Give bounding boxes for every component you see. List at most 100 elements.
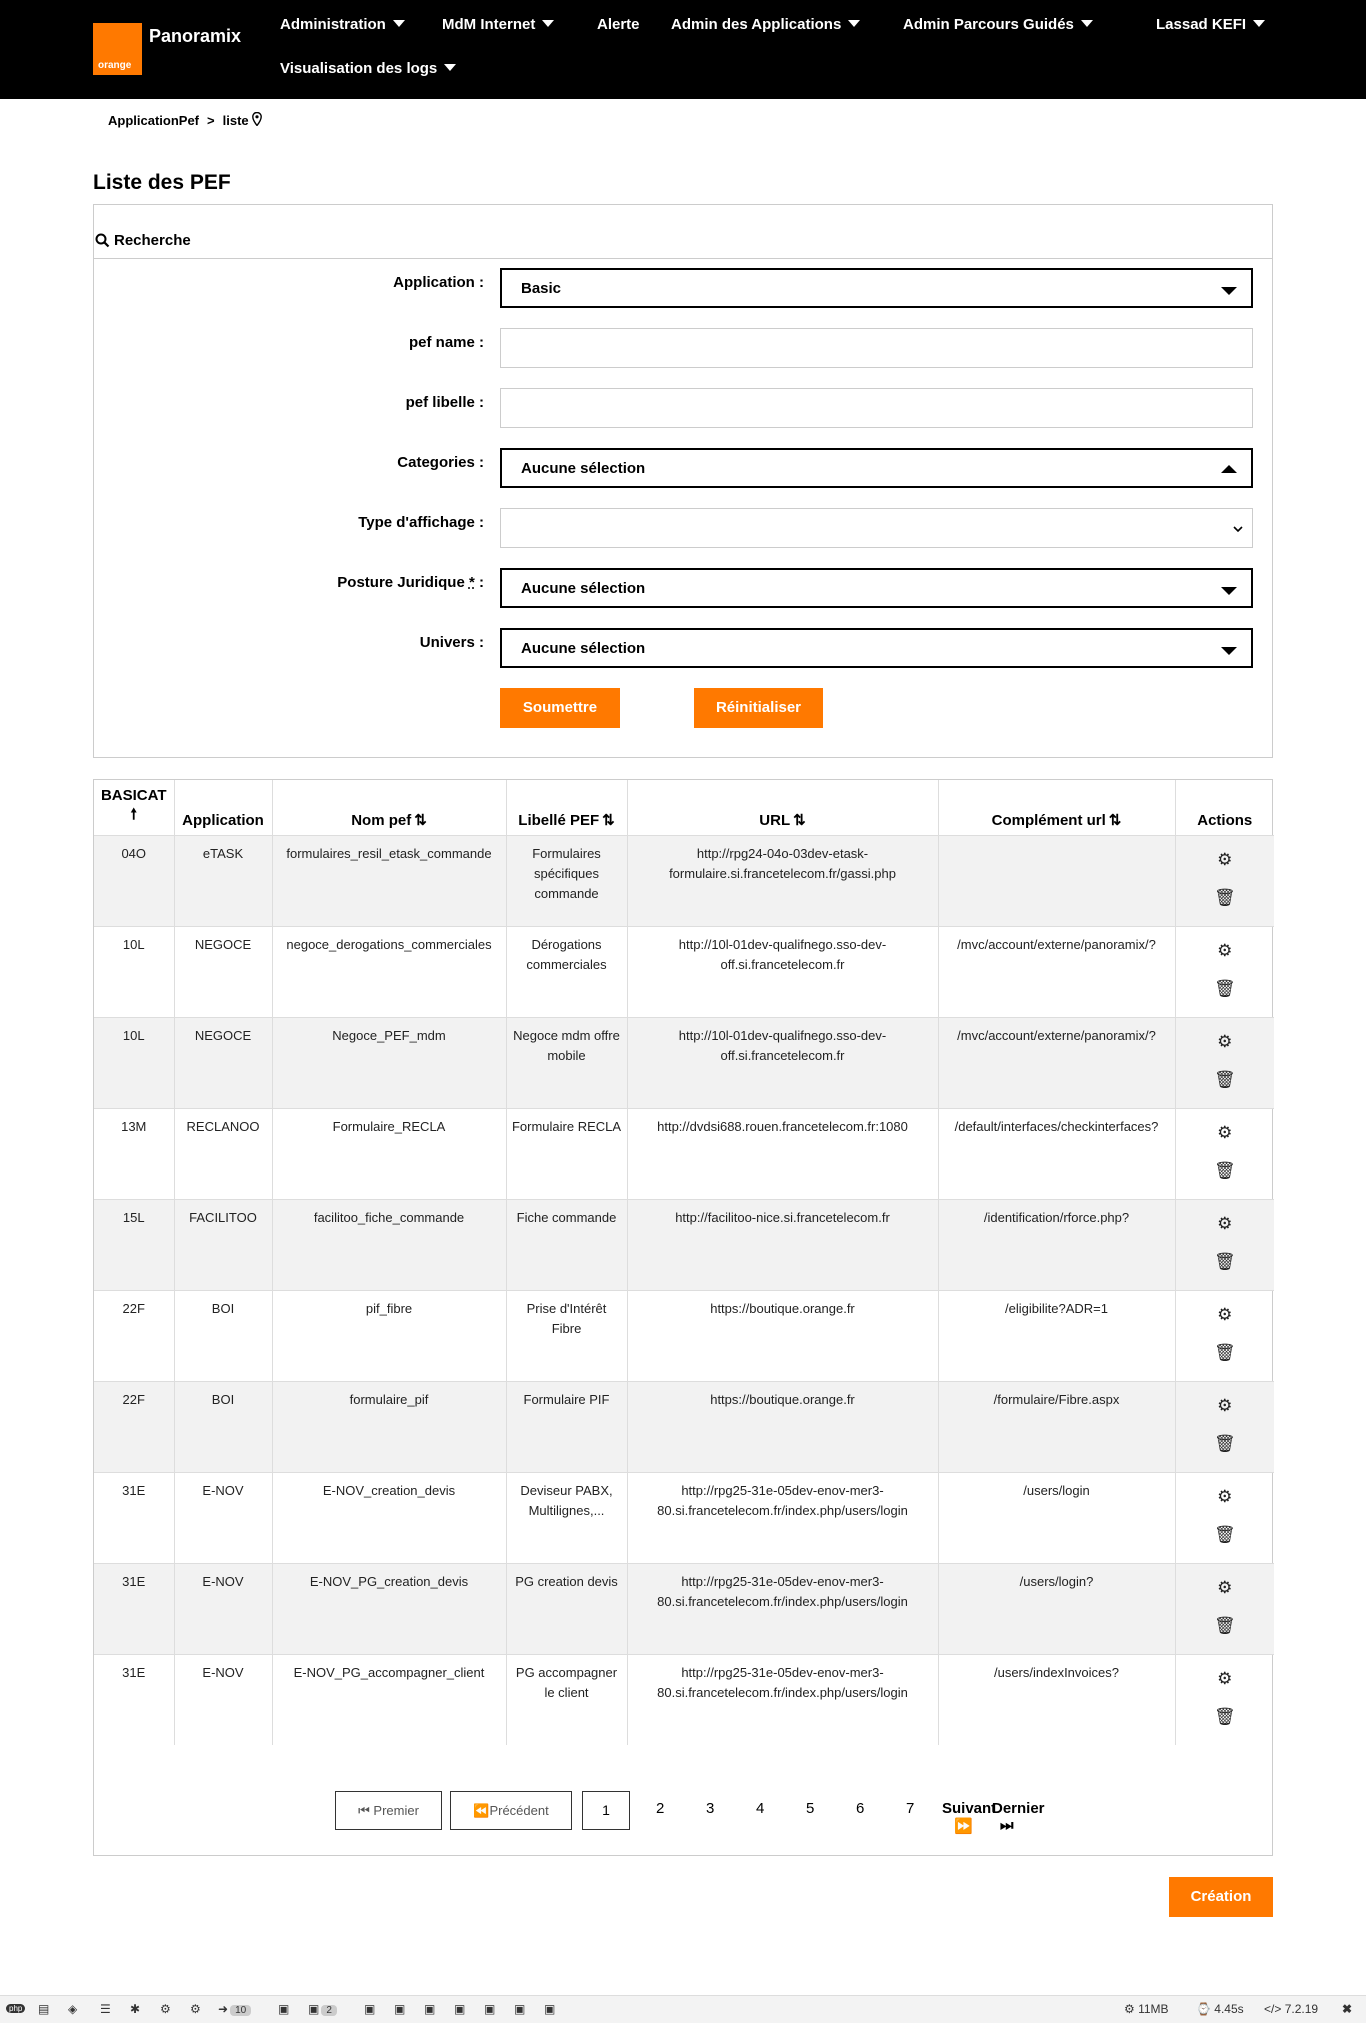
reset-button[interactable]: Réinitialiser (694, 688, 823, 728)
submit-button[interactable]: Soumettre (500, 688, 620, 728)
briefcase-icon[interactable]: ▣ (484, 2002, 495, 2016)
php-version[interactable]: </> 7.2.19 (1264, 2002, 1318, 2016)
briefcase-icon[interactable]: ▣ (514, 2002, 525, 2016)
trash-icon[interactable]: 🗑 (1180, 979, 1271, 1003)
gear-icon[interactable]: ⚙ (1180, 1578, 1271, 1602)
trash-icon[interactable]: 🗑 (1180, 888, 1271, 912)
nav-visualisation-logs[interactable]: Visualisation des logs (280, 60, 457, 77)
gear-icon[interactable]: ⚙ (1180, 941, 1271, 965)
trash-icon[interactable]: 🗑 (1180, 1616, 1271, 1640)
application-cell: RECLANOO (174, 1107, 273, 1199)
bug-icon[interactable]: ✱ (130, 2002, 140, 2016)
first-page-button[interactable]: ⏮ Premier (335, 1791, 442, 1830)
nom-pef-cell: formulaires_resil_etask_commande (272, 834, 507, 926)
php-logo-icon[interactable]: php (6, 2004, 26, 2013)
gear-icon[interactable]: ⚙ (1180, 1487, 1271, 1511)
gear-icon[interactable]: ⚙ (1180, 1669, 1271, 1693)
col-nom-pef[interactable]: Nom pef ⇅ (272, 780, 507, 835)
trash-icon[interactable]: 🗑 (1180, 1434, 1271, 1458)
libelle-cell: Deviseur PABX, Multilignes,... (506, 1471, 628, 1563)
backward-icon: ⏪ (473, 1803, 490, 1818)
briefcase-icon[interactable]: ▣ (454, 2002, 465, 2016)
page-1-button[interactable]: 1 (582, 1791, 630, 1830)
orange-logo[interactable]: orange (93, 23, 142, 75)
next-page-link[interactable]: Suivant ⏩ (942, 1800, 994, 1835)
col-libelle-pef[interactable]: Libellé PEF ⇅ (506, 780, 628, 835)
create-button[interactable]: Création (1169, 1877, 1273, 1917)
pef-name-input[interactable] (500, 328, 1253, 368)
complement-url-cell: /eligibilite?ADR=1 (938, 1289, 1176, 1381)
page-4-link[interactable]: 4 (756, 1800, 764, 1817)
briefcase-icon[interactable]: ▣ (278, 2002, 289, 2016)
posture-select[interactable]: Aucune sélection (500, 568, 1253, 608)
pef-libelle-input[interactable] (500, 388, 1253, 428)
actions-cell: ⚙ 🗑 (1175, 1653, 1274, 1745)
page-2-link[interactable]: 2 (656, 1800, 664, 1817)
form-row-type-affichage: Type d'affichage : (94, 508, 1274, 548)
type-affichage-select[interactable] (500, 508, 1253, 548)
page-3-link[interactable]: 3 (706, 1800, 714, 1817)
brand-name[interactable]: Panoramix (149, 26, 241, 47)
gear-icon[interactable]: ⚙ (1180, 850, 1271, 874)
page-7-link[interactable]: 7 (906, 1800, 914, 1817)
briefcase-icon[interactable]: ▣ 2 (308, 2002, 337, 2016)
trash-icon[interactable]: 🗑 (1180, 1161, 1271, 1185)
briefcase-icon[interactable]: ▣ (394, 2002, 405, 2016)
libelle-cell: Negoce mdm offre mobile (506, 1016, 628, 1108)
gear-icon[interactable]: ⚙ (1180, 1305, 1271, 1329)
col-complement-url[interactable]: Complément url ⇅ (938, 780, 1176, 835)
debug-toolbar: php ▤ ◈ ☰ ✱ ⚙ ⚙ ➜ 10 ▣ ▣ 2 ▣ ▣ ▣ ▣ ▣ ▣ ▣ ⚙… (0, 1995, 1366, 2023)
libelle-cell: Formulaire RECLA (506, 1107, 628, 1199)
memory-usage[interactable]: ⚙ 11MB (1124, 2002, 1169, 2016)
trash-icon[interactable]: 🗑 (1180, 1525, 1271, 1549)
briefcase-icon[interactable]: ▣ (544, 2002, 555, 2016)
url-cell: http://10l-01dev-qualifnego.sso-dev-off.… (627, 1016, 939, 1108)
list-icon[interactable]: ☰ (100, 2002, 111, 2016)
page-5-link[interactable]: 5 (806, 1800, 814, 1817)
queries-icon[interactable]: ➜ 10 (218, 2002, 252, 2016)
complement-url-cell: /users/indexInvoices? (938, 1653, 1176, 1745)
trash-icon[interactable]: 🗑 (1180, 1707, 1271, 1731)
trash-icon[interactable]: 🗑 (1180, 1070, 1271, 1094)
application-cell: E-NOV (174, 1653, 273, 1745)
nav-admin-parcours[interactable]: Admin Parcours Guidés (903, 16, 1093, 33)
application-cell: E-NOV (174, 1562, 273, 1654)
nav-mdm-internet[interactable]: MdM Internet (442, 16, 555, 33)
briefcase-icon[interactable]: ▣ (424, 2002, 435, 2016)
trash-icon[interactable]: 🗑 (1180, 1343, 1271, 1367)
cog-icon[interactable]: ⚙ (160, 2002, 171, 2016)
univers-select[interactable]: Aucune sélection (500, 628, 1253, 668)
last-page-link[interactable]: Dernier ⏭ (992, 1800, 1045, 1834)
nom-pef-cell: pif_fibre (272, 1289, 507, 1381)
application-cell: eTASK (174, 834, 273, 926)
col-basicat[interactable]: BASICAT 🠕 (94, 780, 175, 835)
complement-url-cell: /default/interfaces/checkinterfaces? (938, 1107, 1176, 1199)
application-select[interactable]: Basic (500, 268, 1253, 308)
categories-multiselect[interactable]: Aucune sélection (500, 448, 1253, 488)
basicat-cell: 22F (94, 1289, 175, 1381)
nav-admin-applications[interactable]: Admin des Applications (671, 16, 861, 33)
breadcrumb-item-applicationpef[interactable]: ApplicationPef (108, 113, 199, 128)
sort-icon: ⇅ (793, 811, 806, 829)
nav-alerte[interactable]: Alerte (597, 16, 640, 33)
briefcase-icon[interactable]: ▣ (364, 2002, 375, 2016)
close-icon[interactable]: ✖ (1342, 2002, 1352, 2016)
messages-icon[interactable]: ▤ (38, 2002, 49, 2016)
application-cell: NEGOCE (174, 925, 273, 1017)
page-6-link[interactable]: 6 (856, 1800, 864, 1817)
gear-icon[interactable]: ⚙ (1180, 1123, 1271, 1147)
previous-page-button[interactable]: ⏪Précédent (450, 1791, 572, 1830)
col-application: Application (174, 780, 273, 835)
breadcrumb-separator: > (207, 112, 215, 128)
request-time[interactable]: ⌚ 4.45s (1196, 2002, 1244, 2016)
gear-icon[interactable]: ⚙ (1180, 1214, 1271, 1238)
tags-icon[interactable]: ◈ (68, 2002, 77, 2016)
gear-icon[interactable]: ⚙ (1180, 1396, 1271, 1420)
col-url[interactable]: URL ⇅ (627, 780, 939, 835)
nav-user-menu[interactable]: Lassad KEFI (1156, 16, 1266, 33)
trash-icon[interactable]: 🗑 (1180, 1252, 1271, 1276)
cog-icon[interactable]: ⚙ (190, 2002, 201, 2016)
nav-administration[interactable]: Administration (280, 16, 405, 33)
gear-icon[interactable]: ⚙ (1180, 1032, 1271, 1056)
search-header[interactable]: Recherche (94, 205, 1272, 259)
